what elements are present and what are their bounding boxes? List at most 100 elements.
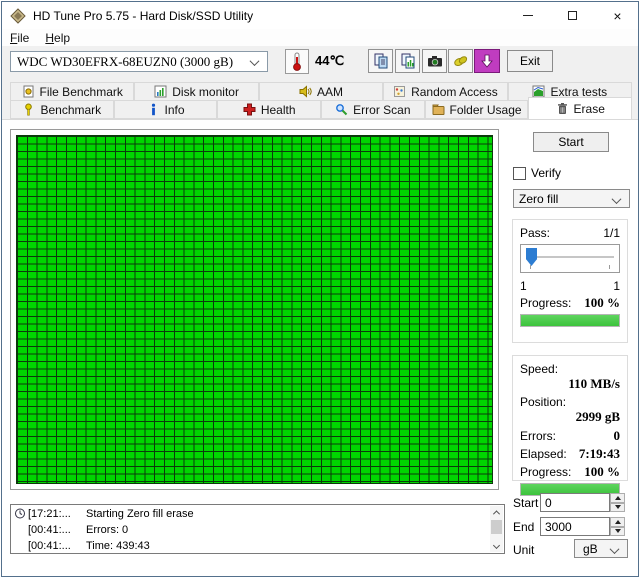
close-icon: × xyxy=(613,9,621,23)
erase-method-select[interactable]: Zero fill xyxy=(513,189,630,208)
menu-file[interactable]: File xyxy=(2,31,37,45)
speed-value: 110 MB/s xyxy=(520,376,620,392)
range-end-field xyxy=(540,517,625,536)
arrow-up-icon xyxy=(615,520,621,524)
folder-icon xyxy=(432,103,445,116)
chevron-down-icon xyxy=(612,194,622,204)
exit-button[interactable]: Exit xyxy=(507,50,553,72)
scroll-up-button[interactable] xyxy=(490,506,503,519)
chevron-down-icon xyxy=(610,544,620,554)
spin-up-button[interactable] xyxy=(610,493,625,503)
tab-folder-usage[interactable]: Folder Usage xyxy=(425,100,529,119)
range-end-spinner xyxy=(610,517,625,536)
pass-group: Pass: 1/1 1 1 Progress: 100 % xyxy=(512,219,628,343)
hand-icon xyxy=(453,53,469,69)
spin-down-button[interactable] xyxy=(610,527,625,537)
screenshot-button[interactable] xyxy=(422,49,447,73)
close-button[interactable]: × xyxy=(595,2,639,29)
random-access-icon xyxy=(393,85,406,98)
pass-min: 1 xyxy=(520,279,527,293)
copy-image-button[interactable] xyxy=(395,49,420,73)
erase-method-value: Zero fill xyxy=(519,192,558,206)
range-end-input[interactable] xyxy=(540,517,610,536)
range-start-input[interactable] xyxy=(540,493,610,512)
speaker-icon xyxy=(299,85,312,98)
range-start-spinner xyxy=(610,493,625,512)
tab-erase[interactable]: Erase xyxy=(528,97,632,119)
tab-disk-monitor[interactable]: Disk monitor xyxy=(134,82,258,100)
status-progress-label: Progress: xyxy=(520,465,571,479)
download-arrow-icon xyxy=(480,54,494,68)
log-message: Errors: 0 xyxy=(86,524,128,536)
slider-tick-min xyxy=(530,265,531,269)
clock-icon xyxy=(14,508,26,519)
maximize-button[interactable] xyxy=(550,2,595,29)
verify-checkbox[interactable] xyxy=(513,167,526,180)
unit-label: Unit xyxy=(513,543,534,557)
menu-bar: File Help xyxy=(2,29,639,46)
tab-random-access[interactable]: Random Access xyxy=(383,82,507,100)
tab-error-scan[interactable]: Error Scan xyxy=(321,100,425,119)
unit-value: gB xyxy=(583,542,598,556)
minimize-icon xyxy=(523,15,533,16)
log-message: Starting Zero fill erase xyxy=(86,508,194,520)
spin-down-button[interactable] xyxy=(610,503,625,513)
maximize-icon xyxy=(568,11,577,20)
arrow-up-icon xyxy=(615,496,621,500)
event-log: [17:21:... Starting Zero fill erase [00:… xyxy=(10,504,505,554)
log-entry: [00:41:... Errors: 0 xyxy=(11,522,504,537)
tab-info[interactable]: Info xyxy=(114,100,218,119)
tab-file-benchmark[interactable]: File Benchmark xyxy=(10,82,134,100)
chevron-down-icon xyxy=(250,56,260,66)
log-scrollbar[interactable] xyxy=(490,506,503,552)
menu-help[interactable]: Help xyxy=(37,31,78,45)
health-cross-icon xyxy=(243,103,256,116)
errors-value: 0 xyxy=(614,428,621,444)
log-time: [17:21:... xyxy=(28,508,74,520)
pass-value: 1/1 xyxy=(603,226,620,240)
toolbar: WDC WD30EFRX-68EUZN0 (3000 gB) 44℃ xyxy=(2,46,639,79)
drive-selector[interactable]: WDC WD30EFRX-68EUZN0 (3000 gB) xyxy=(10,51,268,72)
donate-button[interactable] xyxy=(448,49,473,73)
spin-up-button[interactable] xyxy=(610,517,625,527)
copy-text-button[interactable] xyxy=(368,49,393,73)
info-icon xyxy=(147,103,160,116)
title-bar: HD Tune Pro 5.75 - Hard Disk/SSD Utility… xyxy=(2,2,639,29)
pass-progress-label: Progress: xyxy=(520,296,571,310)
thermometer-icon xyxy=(291,52,303,71)
tab-aam[interactable]: AAM xyxy=(259,82,383,100)
log-time: [00:41:... xyxy=(28,524,74,536)
range-end-label: End xyxy=(513,520,534,534)
scroll-down-button[interactable] xyxy=(490,539,503,552)
elapsed-value: 7:19:43 xyxy=(579,446,620,462)
minimize-button[interactable] xyxy=(505,2,550,29)
save-button[interactable] xyxy=(474,49,500,73)
magnifier-icon xyxy=(335,103,348,116)
speed-label: Speed: xyxy=(520,362,620,376)
pass-label: Pass: xyxy=(520,226,550,240)
start-button[interactable]: Start xyxy=(533,132,609,152)
tab-health[interactable]: Health xyxy=(217,100,321,119)
slider-tick-max xyxy=(609,265,610,269)
benchmark-icon xyxy=(22,103,35,116)
app-window: HD Tune Pro 5.75 - Hard Disk/SSD Utility… xyxy=(1,1,639,577)
slider-thumb[interactable] xyxy=(526,248,537,266)
range-start-field xyxy=(540,493,625,512)
unit-select[interactable]: gB xyxy=(574,539,628,558)
erase-block-map xyxy=(10,129,499,490)
camera-icon xyxy=(427,53,443,69)
erase-tab-page: Start Verify Zero fill Pass: 1/1 1 1 xyxy=(2,119,639,577)
scrollbar-thumb[interactable] xyxy=(491,520,502,534)
pass-progress-value: 100 % xyxy=(584,295,620,311)
trash-icon xyxy=(556,102,569,115)
temperature-indicator xyxy=(285,49,309,74)
chevron-down-icon xyxy=(493,542,500,549)
log-entry: [17:21:... Starting Zero fill erase xyxy=(11,506,504,521)
position-label: Position: xyxy=(520,395,620,409)
tab-benchmark[interactable]: Benchmark xyxy=(10,100,114,119)
pass-progress-fill xyxy=(521,315,619,326)
disk-monitor-icon xyxy=(154,85,167,98)
pass-slider[interactable] xyxy=(520,244,620,273)
log-time: [00:41:... xyxy=(28,540,74,552)
tab-strip: File Benchmark Disk monitor AAM Random A… xyxy=(2,79,639,119)
